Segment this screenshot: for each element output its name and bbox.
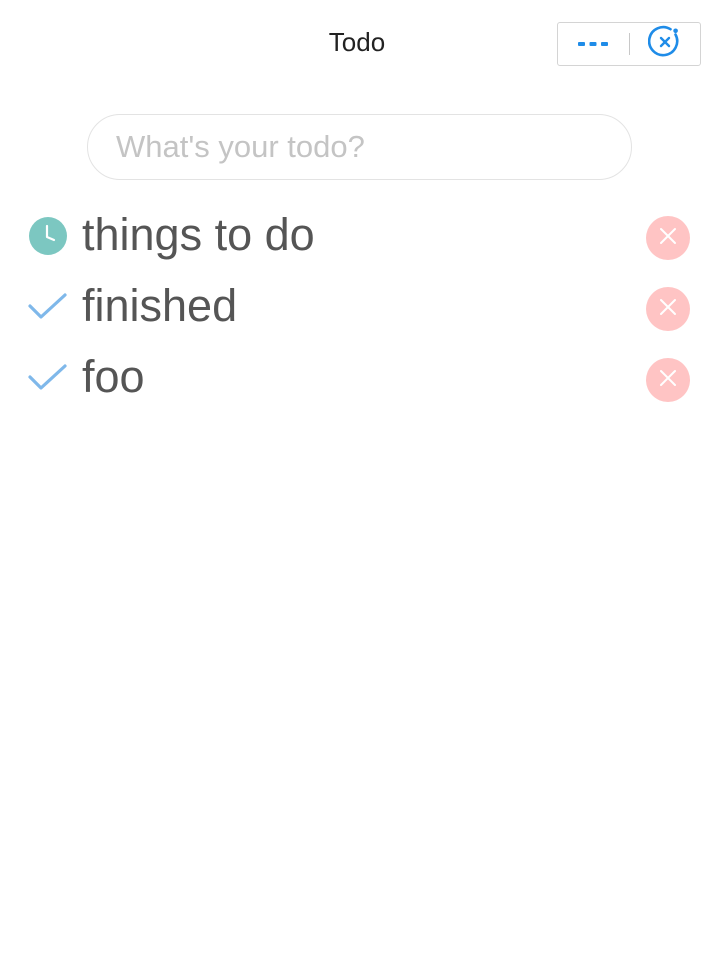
close-icon [659, 298, 677, 321]
list-item: things to do [0, 200, 714, 271]
todo-text[interactable]: things to do [82, 208, 315, 262]
todo-text[interactable]: foo [82, 350, 145, 404]
list-item: foo [0, 342, 714, 413]
close-circle-icon [647, 25, 682, 64]
todo-input[interactable] [116, 129, 603, 165]
close-icon [659, 369, 677, 392]
close-icon [659, 227, 677, 250]
delete-button[interactable] [646, 358, 690, 402]
delete-button[interactable] [646, 216, 690, 260]
delete-button[interactable] [646, 287, 690, 331]
more-button[interactable] [558, 24, 629, 64]
todo-input-box [87, 114, 632, 180]
clock-icon[interactable] [28, 216, 68, 256]
todo-page: Todo What's your todo? things to do fini… [0, 0, 714, 960]
more-dots-icon [577, 35, 609, 53]
check-icon[interactable] [28, 358, 68, 398]
todo-list: things to do finished foo [0, 200, 714, 413]
list-item: finished [0, 271, 714, 342]
close-button[interactable] [630, 24, 701, 64]
todo-text[interactable]: finished [82, 279, 237, 333]
check-icon[interactable] [28, 287, 68, 327]
mini-program-capsule [557, 22, 701, 66]
